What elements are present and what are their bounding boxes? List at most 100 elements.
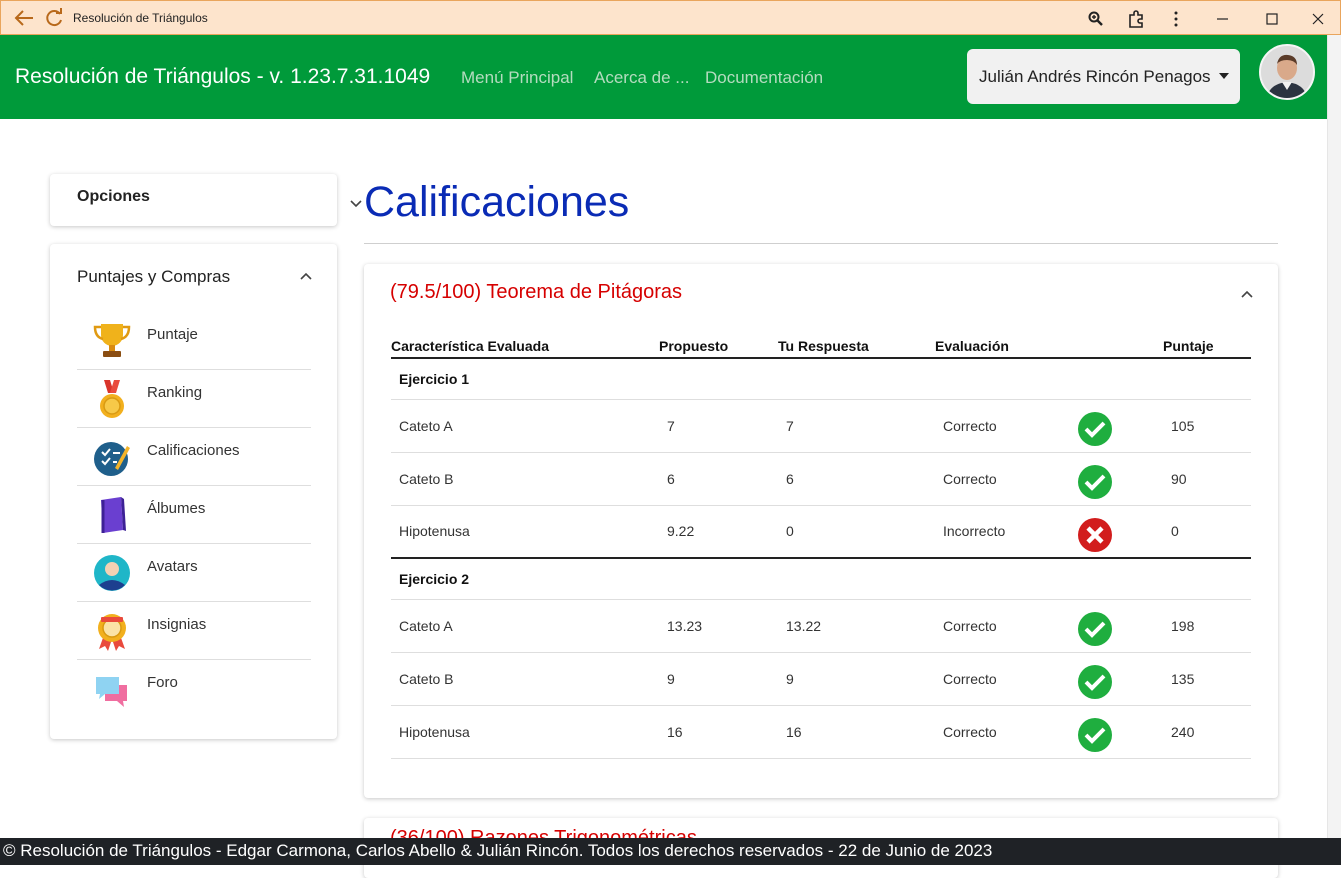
badge-icon <box>98 614 126 651</box>
proposed-cell: 9 <box>659 652 778 706</box>
answer-cell: 7 <box>778 399 935 453</box>
extensions-icon[interactable] <box>1126 9 1146 29</box>
nav-menu-principal[interactable]: Menú Principal <box>461 68 573 88</box>
maximize-icon[interactable] <box>1262 9 1282 29</box>
close-icon[interactable] <box>1308 9 1328 29</box>
sidebar-item-avatars[interactable]: Avatars <box>77 544 311 602</box>
proposed-cell: 13.23 <box>659 599 778 653</box>
user-avatar[interactable] <box>1259 44 1315 100</box>
album-icon <box>101 497 126 533</box>
proposed-cell: 16 <box>659 705 778 759</box>
chevron-down-icon[interactable] <box>349 196 363 210</box>
sidebar-item-albumes[interactable]: Álbumes <box>77 486 311 544</box>
answer-cell: 6 <box>778 452 935 506</box>
proposed-cell: 9.22 <box>659 505 778 559</box>
status-cell <box>1077 505 1163 559</box>
check-icon <box>1078 665 1112 699</box>
sidebar-item-calificaciones[interactable]: Calificaciones <box>77 428 311 486</box>
evaluation-cell: Correcto <box>935 705 1077 759</box>
exercise-name: Ejercicio 2 <box>391 558 1251 600</box>
evaluation-cell: Correcto <box>935 399 1077 453</box>
score-cell: 90 <box>1163 452 1251 506</box>
table-header-row: Característica Evaluada Propuesto Tu Res… <box>391 334 1251 359</box>
column-header: Puntaje <box>1163 334 1251 359</box>
sidebar-item-label: Avatars <box>147 558 198 575</box>
proposed-cell: 6 <box>659 452 778 506</box>
check-icon <box>1078 718 1112 752</box>
evaluation-cell: Correcto <box>935 599 1077 653</box>
options-title: Opciones <box>77 188 150 205</box>
trophy-icon <box>93 324 131 357</box>
options-card[interactable]: Opciones <box>50 174 362 226</box>
proposed-cell: 7 <box>659 399 778 453</box>
page-title: Calificaciones <box>364 178 630 226</box>
sidebar-item-label: Insignias <box>147 616 207 633</box>
feature-cell: Hipotenusa <box>391 505 659 559</box>
table-row: Hipotenusa 9.22 0 Incorrecto 0 <box>391 505 1251 559</box>
feature-cell: Cateto A <box>391 599 659 653</box>
score-cell: 240 <box>1163 705 1251 759</box>
scores-menu: Puntaje Ranking Calificaciones Álbumes A… <box>77 312 311 718</box>
chevron-up-icon[interactable] <box>299 269 313 283</box>
sidebar-item-label: Calificaciones <box>147 442 240 459</box>
user-menu-dropdown[interactable]: Julián Andrés Rincón Penagos <box>967 49 1240 104</box>
footer: © Resolución de Triángulos - Edgar Carmo… <box>0 838 1341 865</box>
chat-icon <box>96 677 127 707</box>
evaluation-cell: Correcto <box>935 652 1077 706</box>
answer-cell: 16 <box>778 705 935 759</box>
minimize-icon[interactable] <box>1213 9 1233 29</box>
column-header: Propuesto <box>659 334 778 359</box>
answer-cell: 13.22 <box>778 599 935 653</box>
feature-cell: Hipotenusa <box>391 705 659 759</box>
exercise-row: Ejercicio 1 <box>391 358 1251 400</box>
refresh-icon[interactable] <box>43 8 65 28</box>
more-options-icon[interactable] <box>1167 9 1185 29</box>
scores-card: Puntajes y Compras Puntaje Ranking Calif… <box>50 244 337 739</box>
avatar-icon <box>94 555 130 591</box>
check-icon <box>1078 465 1112 499</box>
status-cell <box>1077 452 1163 506</box>
medal-icon <box>100 380 124 418</box>
status-cell <box>1077 599 1163 653</box>
zoom-icon[interactable] <box>1087 10 1105 28</box>
sidebar-item-label: Álbumes <box>147 500 206 517</box>
scores-section-title: Puntajes y Compras <box>77 267 231 286</box>
column-header: Tu Respuesta <box>778 334 935 359</box>
panel-title[interactable]: (79.5/100) Teorema de Pitágoras <box>390 281 682 304</box>
nav-acerca-de[interactable]: Acerca de ... <box>594 68 689 88</box>
sidebar-item-insignias[interactable]: Insignias <box>77 602 311 660</box>
exercise-name: Ejercicio 1 <box>391 358 1251 400</box>
score-cell: 0 <box>1163 505 1251 559</box>
vertical-scrollbar[interactable] <box>1327 35 1341 838</box>
chevron-up-icon[interactable] <box>1240 287 1254 301</box>
caret-down-icon <box>1219 73 1229 79</box>
app-brand[interactable]: Resolución de Triángulos - v. 1.23.7.31.… <box>15 65 430 89</box>
feature-cell: Cateto A <box>391 399 659 453</box>
grades-table: Característica Evaluada Propuesto Tu Res… <box>391 334 1251 759</box>
grades-icon <box>94 442 130 476</box>
sidebar-item-ranking[interactable]: Ranking <box>77 370 311 428</box>
sidebar-item-foro[interactable]: Foro <box>77 660 311 718</box>
table-row: Cateto B 6 6 Correcto 90 <box>391 452 1251 506</box>
evaluation-cell: Correcto <box>935 452 1077 506</box>
status-cell <box>1077 652 1163 706</box>
cross-icon <box>1078 517 1112 552</box>
check-icon <box>1078 412 1112 446</box>
score-cell: 135 <box>1163 652 1251 706</box>
table-row: Hipotenusa 16 16 Correcto 240 <box>391 705 1251 759</box>
sidebar-item-label: Foro <box>147 674 178 691</box>
column-header: Evaluación <box>935 334 1077 359</box>
table-row: Cateto A 13.23 13.22 Correcto 198 <box>391 599 1251 653</box>
feature-cell: Cateto B <box>391 452 659 506</box>
sidebar-item-label: Ranking <box>147 384 203 401</box>
feature-cell: Cateto B <box>391 652 659 706</box>
evaluation-cell: Incorrecto <box>935 505 1077 559</box>
column-header <box>1077 334 1163 359</box>
exercise-row: Ejercicio 2 <box>391 558 1251 600</box>
sidebar-item-puntaje[interactable]: Puntaje <box>77 312 311 370</box>
score-cell: 198 <box>1163 599 1251 653</box>
sidebar-item-label: Puntaje <box>147 326 198 343</box>
nav-documentacion[interactable]: Documentación <box>705 68 823 88</box>
table-row: Cateto A 7 7 Correcto 105 <box>391 399 1251 453</box>
back-arrow-icon[interactable] <box>13 8 35 28</box>
